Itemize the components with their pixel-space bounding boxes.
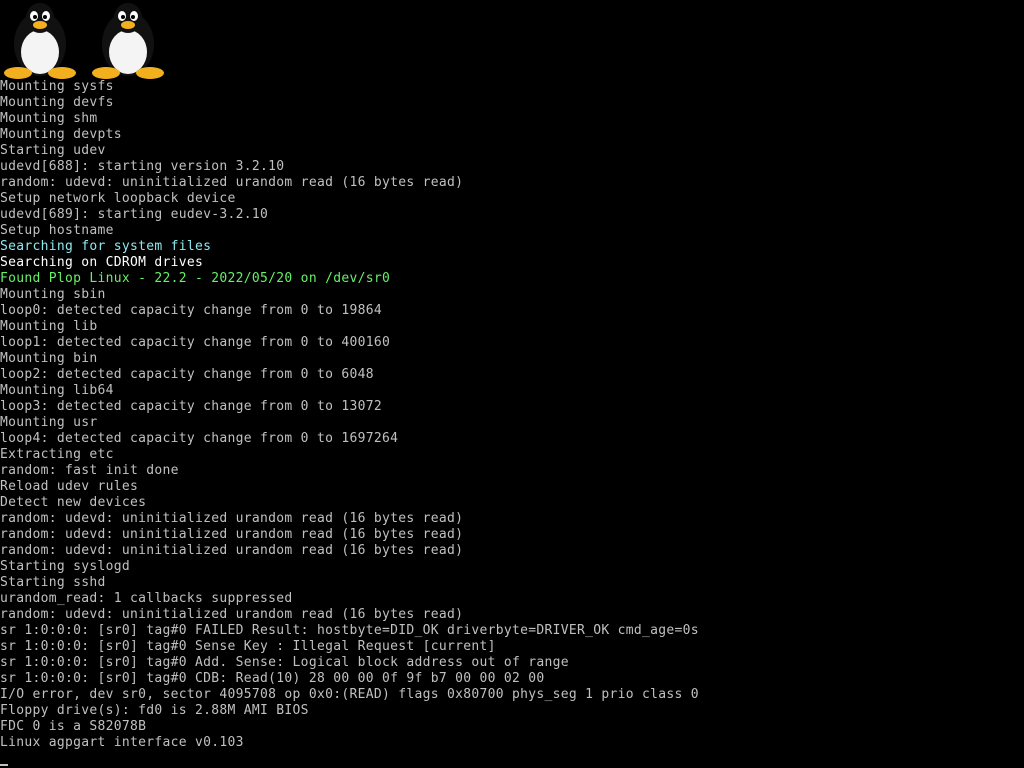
console-line: Setup hostname: [0, 223, 114, 238]
console-line: random: fast init done: [0, 463, 179, 478]
console-line: Searching for system files: [0, 239, 212, 254]
console-line: random: udevd: uninitialized urandom rea…: [0, 175, 464, 190]
console-line: urandom_read: 1 callbacks suppressed: [0, 591, 293, 606]
console-line: sr 1:0:0:0: [sr0] tag#0 CDB: Read(10) 28…: [0, 671, 545, 686]
console-screen[interactable]: Mounting sysfs Mounting devfs Mounting shm…: [0, 0, 1024, 768]
console-line: udevd[688]: starting version 3.2.10: [0, 159, 285, 174]
console-line: Extracting etc: [0, 447, 114, 462]
console-line: FDC 0 is a S82078B: [0, 719, 147, 734]
console-line: I/O error, dev sr0, sector 4095708 op 0x…: [0, 687, 699, 702]
console-line: loop3: detected capacity change from 0 t…: [0, 399, 382, 414]
console-line: random: udevd: uninitialized urandom rea…: [0, 527, 464, 542]
console-line: Mounting bin: [0, 351, 98, 366]
console-line: Floppy drive(s): fd0 is 2.88M AMI BIOS: [0, 703, 309, 718]
console-line: Setup network loopback device: [0, 191, 236, 206]
console-line: Found Plop Linux - 22.2 - 2022/05/20 on …: [0, 271, 391, 286]
console-line: random: udevd: uninitialized urandom rea…: [0, 543, 464, 558]
console-line: Detect new devices: [0, 495, 147, 510]
tux-penguin-icon: [4, 3, 76, 79]
console-line: loop4: detected capacity change from 0 t…: [0, 431, 399, 446]
console-line: udevd[689]: starting eudev-3.2.10: [0, 207, 269, 222]
console-line: random: udevd: uninitialized urandom rea…: [0, 511, 464, 526]
console-output: Mounting sysfs Mounting devfs Mounting shm…: [0, 79, 699, 751]
console-line: Mounting devfs: [0, 95, 114, 110]
console-line: sr 1:0:0:0: [sr0] tag#0 Sense Key : Ille…: [0, 639, 496, 654]
console-line: Mounting shm: [0, 111, 98, 126]
console-line: sr 1:0:0:0: [sr0] tag#0 FAILED Result: h…: [0, 623, 699, 638]
console-line: Mounting devpts: [0, 127, 122, 142]
console-line: sr 1:0:0:0: [sr0] tag#0 Add. Sense: Logi…: [0, 655, 569, 670]
text-cursor: [0, 764, 8, 766]
console-line: Searching on CDROM drives: [0, 255, 204, 270]
boot-logo-area: [0, 0, 180, 80]
console-line: Mounting lib: [0, 319, 98, 334]
console-line: Linux agpgart interface v0.103: [0, 735, 244, 750]
console-line: random: udevd: uninitialized urandom rea…: [0, 607, 464, 622]
console-line: Starting udev: [0, 143, 106, 158]
console-line: Starting sshd: [0, 575, 106, 590]
console-line: loop0: detected capacity change from 0 t…: [0, 303, 382, 318]
console-line: Starting syslogd: [0, 559, 131, 574]
console-line: loop1: detected capacity change from 0 t…: [0, 335, 391, 350]
console-line: Mounting sbin: [0, 287, 106, 302]
console-line: Mounting lib64: [0, 383, 114, 398]
tux-penguin-icon: [92, 3, 164, 79]
console-line: Mounting usr: [0, 415, 98, 430]
console-line: Mounting sysfs: [0, 79, 114, 94]
console-line: loop2: detected capacity change from 0 t…: [0, 367, 374, 382]
console-line: Reload udev rules: [0, 479, 139, 494]
